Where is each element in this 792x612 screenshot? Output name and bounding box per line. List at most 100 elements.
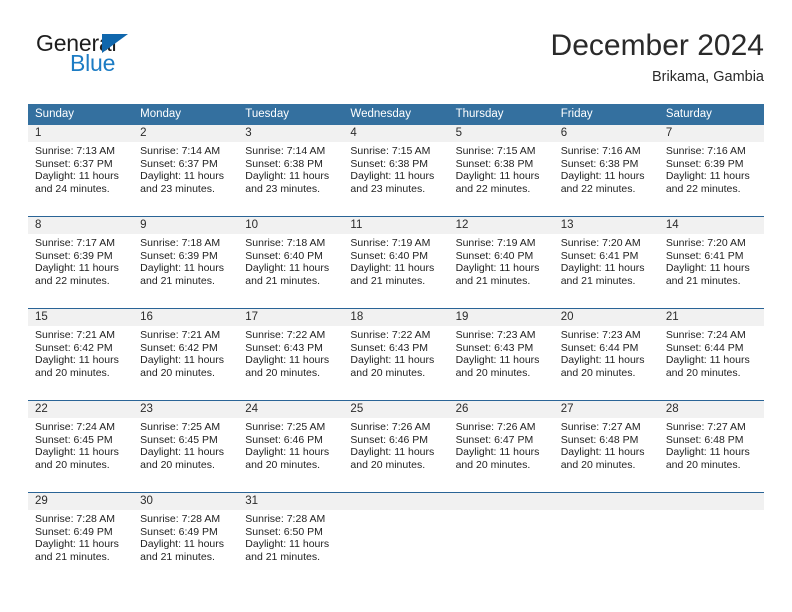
day-cell-content: 23 Sunrise: 7:25 AM Sunset: 6:45 PM Dayligh… (133, 401, 239, 479)
day-details: Sunrise: 7:24 AM Sunset: 6:44 PM Daylight:… (659, 326, 764, 379)
weekday-header-saturday: Saturday (658, 104, 764, 125)
sunrise-text: Sunrise: 7:23 AM (560, 329, 641, 341)
daylight-text-line1: Daylight: 11 hours (665, 170, 750, 183)
day-cell-content: 4 Sunrise: 7:15 AM Sunset: 6:38 PM Daylight… (343, 125, 449, 203)
calendar-day-cell[interactable]: 15 Sunrise: 7:21 AM Sunset: 6:42 PM Dayligh… (28, 308, 134, 387)
sunset-text: Sunset: 6:40 PM (455, 249, 534, 262)
day-details: Sunrise: 7:18 AM Sunset: 6:40 PM Daylight:… (238, 234, 343, 287)
calendar-day-cell[interactable]: 2 Sunrise: 7:14 AM Sunset: 6:37 PM Daylight… (133, 125, 239, 203)
daylight-text-line2: and 20 minutes. (245, 366, 320, 379)
calendar-day-cell[interactable]: 30 Sunrise: 7:28 AM Sunset: 6:49 PM Dayligh… (133, 492, 239, 571)
sunset-text: Sunset: 6:45 PM (140, 433, 218, 446)
calendar-day-cell[interactable] (553, 492, 659, 571)
calendar-day-cell[interactable]: 16 Sunrise: 7:21 AM Sunset: 6:42 PM Dayligh… (133, 308, 239, 387)
calendar-day-cell[interactable]: 25 Sunrise: 7:26 AM Sunset: 6:46 PM Dayligh… (343, 400, 449, 479)
day-cell-content: 24 Sunrise: 7:25 AM Sunset: 6:46 PM Dayligh… (238, 401, 344, 479)
calendar-day-cell[interactable]: 22 Sunrise: 7:24 AM Sunset: 6:45 PM Dayligh… (28, 400, 134, 479)
calendar-day-cell[interactable]: 7 Sunrise: 7:16 AM Sunset: 6:39 PM Daylight… (658, 125, 764, 203)
sunrise-text: Sunrise: 7:18 AM (245, 237, 326, 249)
day-cell-empty (448, 493, 554, 571)
day-details: Sunrise: 7:20 AM Sunset: 6:41 PM Daylight:… (554, 234, 659, 287)
calendar-day-cell[interactable]: 5 Sunrise: 7:15 AM Sunset: 6:38 PM Daylight… (448, 125, 554, 203)
calendar-day-cell[interactable]: 26 Sunrise: 7:26 AM Sunset: 6:47 PM Dayligh… (448, 400, 554, 479)
calendar-day-cell[interactable]: 13 Sunrise: 7:20 AM Sunset: 6:41 PM Dayligh… (553, 216, 659, 295)
day-cell-content: 19 Sunrise: 7:23 AM Sunset: 6:43 PM Dayligh… (448, 309, 554, 387)
sunset-text: Sunset: 6:48 PM (665, 433, 744, 446)
daylight-text-line2: and 20 minutes. (455, 458, 531, 471)
daylight-text-line2: and 20 minutes. (140, 366, 215, 379)
sunset-text: Sunset: 6:37 PM (140, 157, 218, 170)
calendar-day-cell[interactable] (448, 492, 554, 571)
day-cell-content: 16 Sunrise: 7:21 AM Sunset: 6:42 PM Dayligh… (133, 309, 239, 387)
day-details: Sunrise: 7:14 AM Sunset: 6:38 PM Daylight:… (238, 142, 343, 195)
sunrise-text: Sunrise: 7:18 AM (140, 237, 221, 249)
sunrise-text: Sunrise: 7:27 AM (665, 421, 746, 433)
day-details: Sunrise: 7:19 AM Sunset: 6:40 PM Daylight:… (449, 234, 554, 287)
calendar-day-cell[interactable]: 29 Sunrise: 7:28 AM Sunset: 6:49 PM Dayligh… (28, 492, 134, 571)
day-cell-content: 11 Sunrise: 7:19 AM Sunset: 6:40 PM Dayligh… (343, 217, 449, 295)
calendar-day-cell[interactable] (658, 492, 764, 571)
calendar-day-cell[interactable]: 23 Sunrise: 7:25 AM Sunset: 6:45 PM Dayligh… (133, 400, 239, 479)
day-details: Sunrise: 7:21 AM Sunset: 6:42 PM Daylight:… (28, 326, 133, 379)
daylight-text-line2: and 20 minutes. (350, 366, 426, 379)
calendar-day-cell[interactable]: 19 Sunrise: 7:23 AM Sunset: 6:43 PM Dayligh… (448, 308, 554, 387)
calendar-day-cell[interactable]: 6 Sunrise: 7:16 AM Sunset: 6:38 PM Daylight… (553, 125, 659, 203)
calendar-day-cell[interactable]: 20 Sunrise: 7:23 AM Sunset: 6:44 PM Dayligh… (553, 308, 659, 387)
calendar-day-cell[interactable]: 27 Sunrise: 7:27 AM Sunset: 6:48 PM Dayligh… (553, 400, 659, 479)
general-blue-logo[interactable]: General Blue (36, 30, 226, 86)
calendar-day-cell[interactable]: 17 Sunrise: 7:22 AM Sunset: 6:43 PM Dayligh… (238, 308, 344, 387)
daylight-text-line2: and 24 minutes. (35, 182, 110, 195)
day-details: Sunrise: 7:19 AM Sunset: 6:40 PM Daylight:… (343, 234, 448, 287)
calendar-week-row: 15 Sunrise: 7:21 AM Sunset: 6:42 PM Dayligh… (28, 308, 764, 387)
weekday-header-wednesday: Wednesday (343, 104, 449, 125)
daylight-text-line2: and 21 minutes. (350, 274, 426, 287)
sunrise-text: Sunrise: 7:24 AM (35, 421, 115, 433)
calendar-day-cell[interactable] (343, 492, 449, 571)
calendar-day-cell[interactable]: 1 Sunrise: 7:13 AM Sunset: 6:37 PM Daylight… (28, 125, 134, 203)
daylight-text-line1: Daylight: 11 hours (455, 354, 540, 367)
day-cell-content: 9 Sunrise: 7:18 AM Sunset: 6:39 PM Daylight… (133, 217, 239, 295)
daylight-text-line1: Daylight: 11 hours (350, 170, 435, 183)
sunrise-text: Sunrise: 7:22 AM (245, 329, 326, 341)
sunrise-text: Sunrise: 7:27 AM (560, 421, 641, 433)
daylight-text-line2: and 20 minutes. (245, 458, 320, 471)
daylight-text-line1: Daylight: 11 hours (35, 354, 119, 367)
calendar-day-cell[interactable]: 28 Sunrise: 7:27 AM Sunset: 6:48 PM Dayligh… (658, 400, 764, 479)
day-cell-content: 14 Sunrise: 7:20 AM Sunset: 6:41 PM Dayligh… (658, 217, 764, 295)
week-spacer-cell (28, 295, 764, 309)
sunset-text: Sunset: 6:43 PM (245, 341, 323, 354)
calendar-day-cell[interactable]: 31 Sunrise: 7:28 AM Sunset: 6:50 PM Dayligh… (238, 492, 344, 571)
day-details: Sunrise: 7:15 AM Sunset: 6:38 PM Daylight:… (449, 142, 554, 195)
calendar-day-cell[interactable]: 8 Sunrise: 7:17 AM Sunset: 6:39 PM Daylight… (28, 216, 134, 295)
sunset-text: Sunset: 6:42 PM (140, 341, 218, 354)
weekday-header-monday: Monday (133, 104, 239, 125)
day-number: 16 (133, 309, 239, 326)
calendar-day-cell[interactable]: 14 Sunrise: 7:20 AM Sunset: 6:41 PM Dayligh… (658, 216, 764, 295)
day-cell-content: 29 Sunrise: 7:28 AM Sunset: 6:49 PM Dayligh… (28, 493, 134, 571)
day-details: Sunrise: 7:28 AM Sunset: 6:50 PM Daylight:… (238, 510, 343, 563)
week-spacer-cell (28, 203, 764, 217)
weekday-header-friday: Friday (553, 104, 659, 125)
day-cell-content: 2 Sunrise: 7:14 AM Sunset: 6:37 PM Daylight… (133, 125, 239, 203)
calendar-day-cell[interactable]: 12 Sunrise: 7:19 AM Sunset: 6:40 PM Dayligh… (448, 216, 554, 295)
calendar-day-cell[interactable]: 21 Sunrise: 7:24 AM Sunset: 6:44 PM Dayligh… (658, 308, 764, 387)
calendar-day-cell[interactable]: 18 Sunrise: 7:22 AM Sunset: 6:43 PM Dayligh… (343, 308, 449, 387)
sunset-text: Sunset: 6:40 PM (245, 249, 323, 262)
calendar-day-cell[interactable]: 4 Sunrise: 7:15 AM Sunset: 6:38 PM Daylight… (343, 125, 449, 203)
daylight-text-line2: and 23 minutes. (350, 182, 426, 195)
sunset-text: Sunset: 6:50 PM (245, 525, 323, 538)
sunset-text: Sunset: 6:47 PM (455, 433, 534, 446)
calendar-day-cell[interactable]: 9 Sunrise: 7:18 AM Sunset: 6:39 PM Daylight… (133, 216, 239, 295)
daylight-text-line2: and 20 minutes. (455, 366, 531, 379)
week-spacer-cell (28, 479, 764, 493)
sunrise-text: Sunrise: 7:23 AM (455, 329, 536, 341)
calendar-day-cell[interactable]: 11 Sunrise: 7:19 AM Sunset: 6:40 PM Dayligh… (343, 216, 449, 295)
calendar-day-cell[interactable]: 3 Sunrise: 7:14 AM Sunset: 6:38 PM Daylight… (238, 125, 344, 203)
calendar-day-cell[interactable]: 24 Sunrise: 7:25 AM Sunset: 6:46 PM Dayligh… (238, 400, 344, 479)
sunset-text: Sunset: 6:44 PM (665, 341, 744, 354)
day-details: Sunrise: 7:26 AM Sunset: 6:46 PM Daylight:… (343, 418, 448, 471)
calendar-day-cell[interactable]: 10 Sunrise: 7:18 AM Sunset: 6:40 PM Dayligh… (238, 216, 344, 295)
sunrise-text: Sunrise: 7:21 AM (35, 329, 115, 341)
daylight-text-line1: Daylight: 11 hours (560, 446, 645, 459)
day-number: 3 (238, 125, 344, 142)
